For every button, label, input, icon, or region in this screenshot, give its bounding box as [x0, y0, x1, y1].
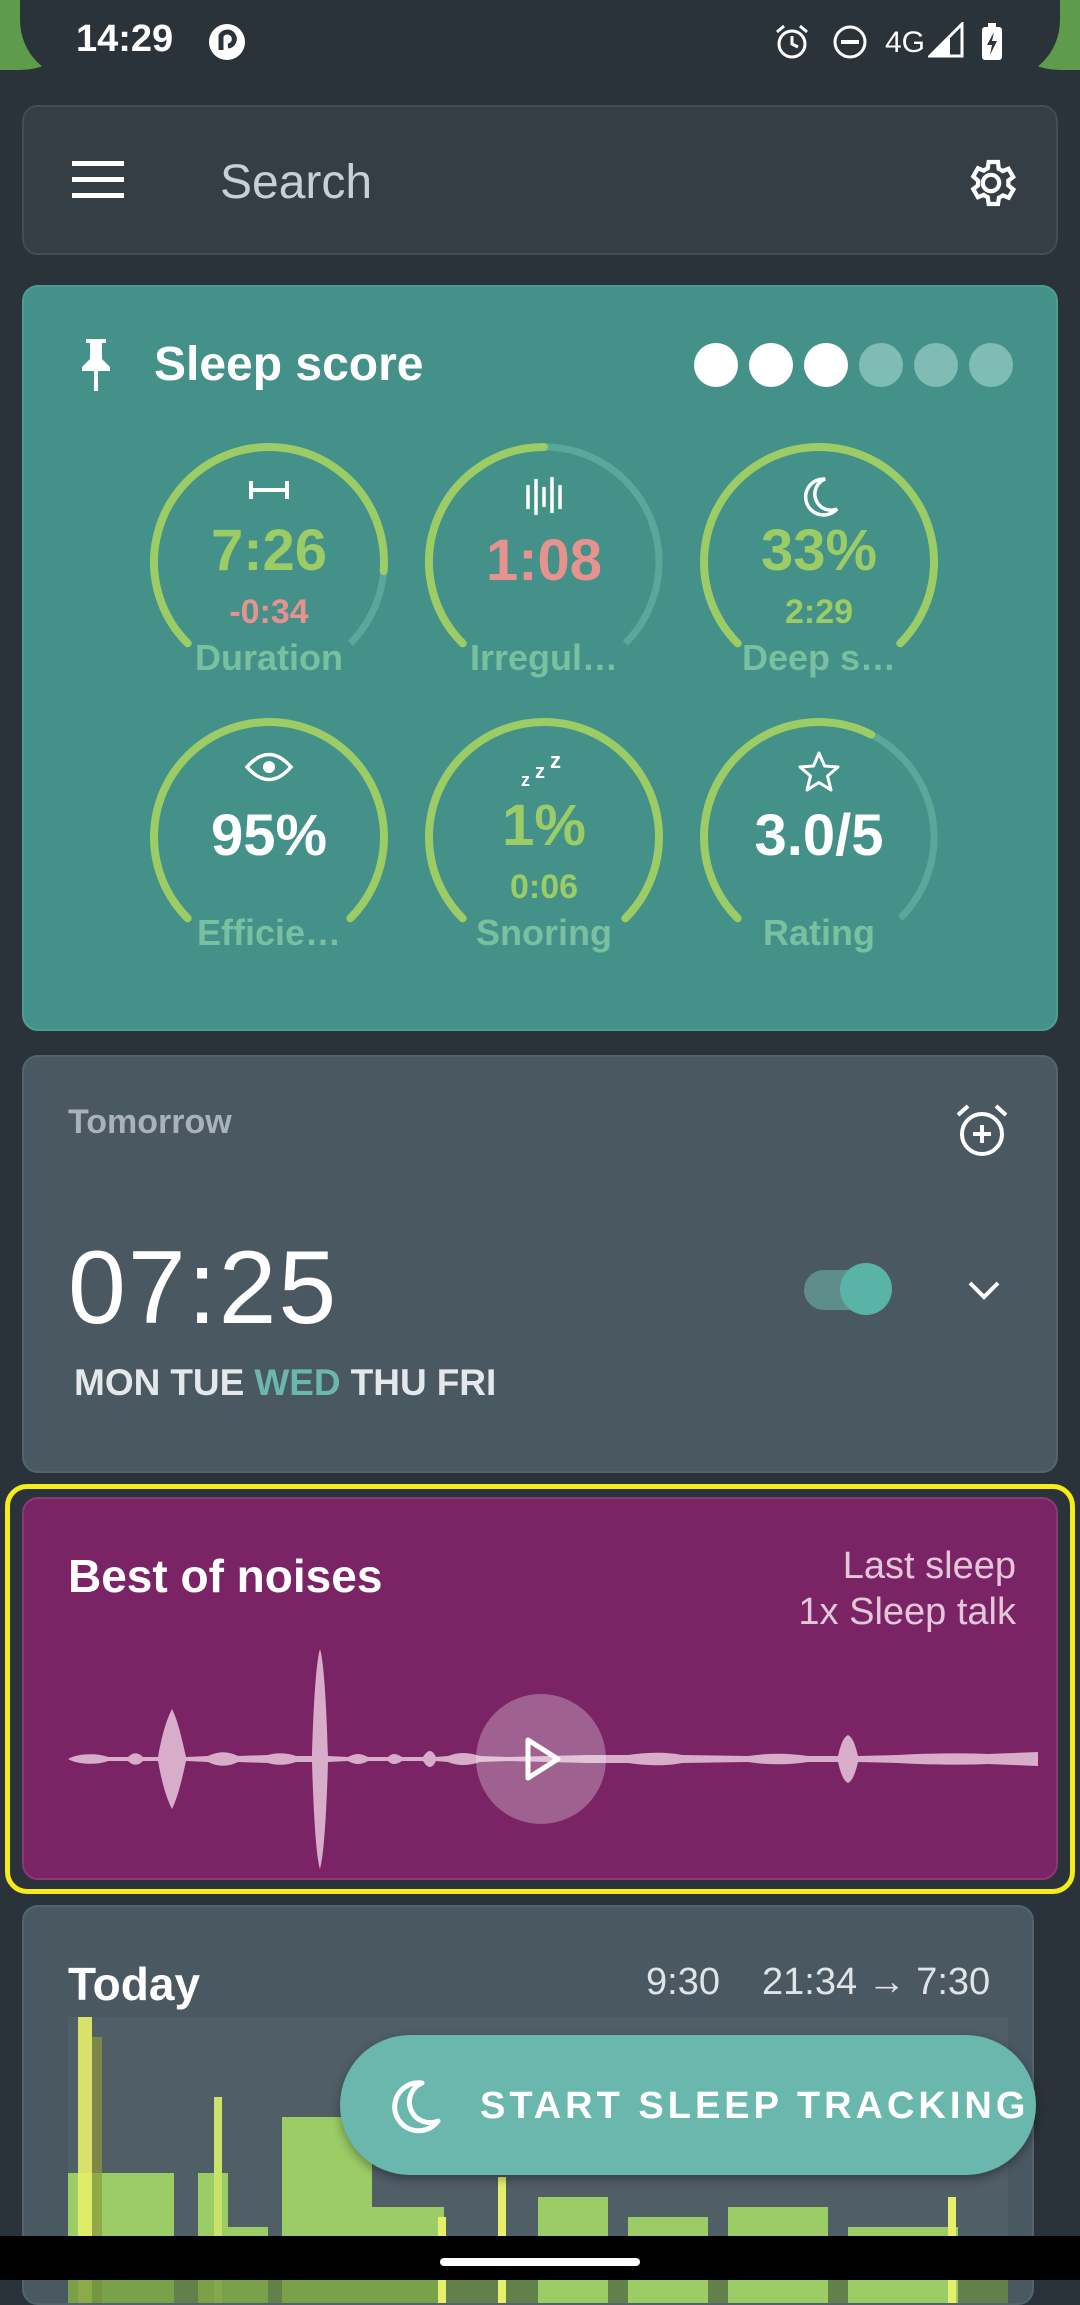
gauge-label: Efficie… [196, 912, 342, 953]
gauge-label: Duration [195, 637, 343, 678]
score-dot [914, 343, 958, 387]
gauge-duration[interactable]: 7:26 -0:34 Duration [144, 437, 394, 687]
score-dot [859, 343, 903, 387]
gauge-subvalue: -0:34 [229, 593, 309, 631]
score-dot [969, 343, 1013, 387]
gauge-irregul[interactable]: 1:08 Irregul… [419, 437, 669, 687]
gauge-value: 3.0/5 [754, 803, 884, 868]
chevron-down-icon[interactable] [964, 1275, 1004, 1305]
zzz-icon: zzz [419, 748, 669, 795]
gauge-snoring[interactable]: z z z 1% 0:06 Snoring [419, 712, 669, 962]
alarm-days: MON TUE WED THU FRI [74, 1362, 496, 1404]
pin-icon[interactable] [76, 337, 116, 393]
irregularity-icon [419, 475, 669, 524]
signal-icon [928, 22, 964, 58]
svg-text:z: z [550, 750, 561, 773]
add-alarm-icon[interactable] [952, 1101, 1012, 1161]
star-icon [694, 750, 944, 799]
start-sleep-tracking-label: START SLEEP TRACKING [480, 2085, 1030, 2127]
gauge-value: 1% [502, 793, 586, 858]
alarm-day-wed: WED [254, 1362, 341, 1403]
selection-highlight [5, 1484, 1075, 1894]
gauge-efficie[interactable]: 95% Efficie… [144, 712, 394, 962]
start-sleep-tracking-button[interactable]: START SLEEP TRACKING [340, 2035, 1036, 2175]
alarm-day-fri: FRI [436, 1362, 497, 1403]
do-not-disturb-icon [833, 25, 867, 59]
today-duration: 9:30 [646, 1961, 720, 2003]
alarm-card[interactable]: Tomorrow 07:25 MON TUE WED THU FRI [22, 1055, 1058, 1473]
alarm-icon [776, 24, 808, 59]
gauge-value: 95% [210, 803, 328, 868]
search-input[interactable]: Search [220, 155, 372, 210]
score-dot [804, 343, 848, 387]
gauge-deeps[interactable]: 33% 2:29 Deep s… [694, 437, 944, 687]
home-gesture-handle[interactable] [440, 2258, 640, 2266]
status-clock: 14:29 [76, 18, 174, 60]
today-title: Today [68, 1958, 201, 2010]
alarm-day-tue: TUE [170, 1362, 245, 1403]
gauge-value: 1:08 [485, 528, 603, 593]
gauge-subvalue: 2:29 [784, 593, 854, 631]
eye-icon [144, 750, 394, 789]
alarm-toggle-knob[interactable] [840, 1263, 892, 1315]
gauge-value: 33% [760, 518, 878, 583]
sleep-score-card[interactable]: Sleep score 7:26 -0:34 Duration 1:08 Irregul… [22, 285, 1058, 1031]
svg-text:z: z [535, 761, 545, 783]
gauge-label: Snoring [476, 912, 612, 953]
moon-icon [392, 2080, 441, 2134]
duration-icon [144, 475, 394, 510]
alarm-day-thu: THU [350, 1362, 427, 1403]
gauge-value: 7:26 [210, 518, 328, 583]
gauge-rating[interactable]: 3.0/5 Rating [694, 712, 944, 962]
alarm-day-mon: MON [74, 1362, 161, 1403]
alarm-time[interactable]: 07:25 [68, 1229, 338, 1348]
pocket-casts-icon [209, 24, 245, 60]
status-bar: 14:29 4G [0, 0, 1080, 80]
sleep-score-title: Sleep score [154, 338, 424, 391]
score-dot [694, 343, 738, 387]
today-range: 21:34 → 7:30 [762, 1961, 991, 2003]
score-dots [694, 343, 1013, 387]
gauge-subvalue: 0:06 [509, 868, 579, 906]
svg-text:z: z [521, 770, 530, 790]
alarm-heading: Tomorrow [68, 1103, 232, 1141]
score-dot [749, 343, 793, 387]
network-type: 4G [885, 26, 926, 59]
gauge-label: Irregul… [469, 637, 619, 678]
gauge-label: Deep s… [741, 637, 897, 678]
gauge-label: Rating [763, 912, 875, 953]
battery-charging-icon [982, 23, 1002, 60]
search-bar[interactable]: Search [22, 105, 1058, 255]
settings-gear-icon[interactable] [963, 155, 1019, 211]
menu-icon[interactable] [72, 159, 128, 201]
